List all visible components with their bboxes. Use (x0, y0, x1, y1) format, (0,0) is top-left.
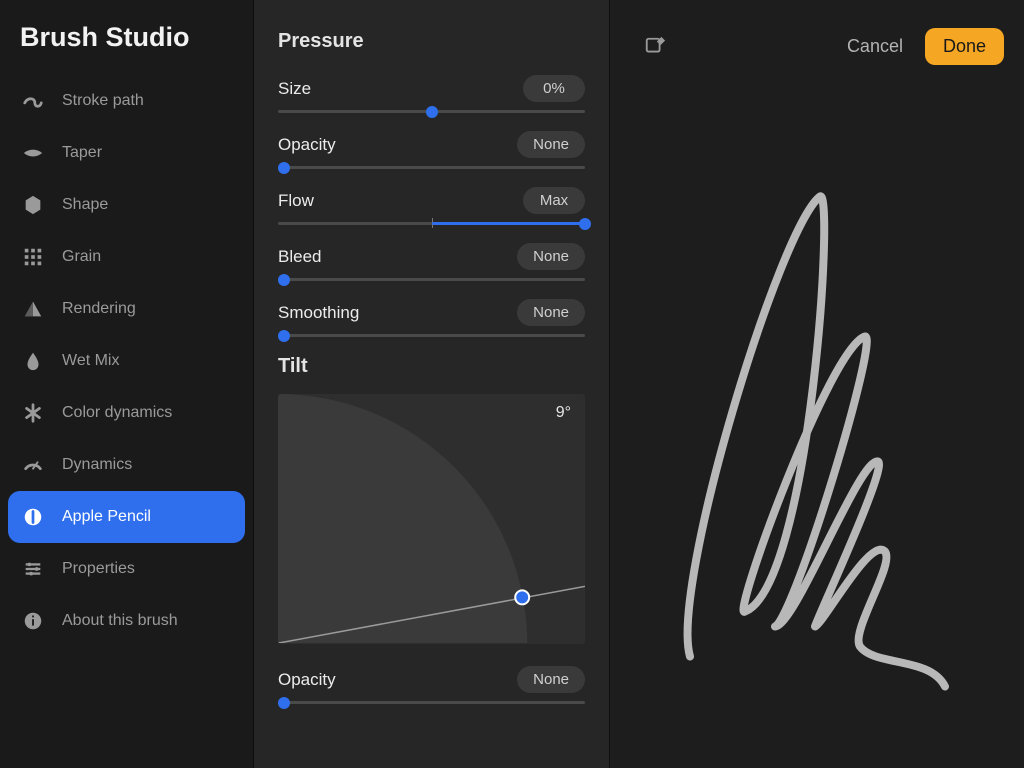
slider-track[interactable] (278, 334, 585, 337)
slider-value-pill[interactable]: 0% (523, 75, 585, 102)
slider-track[interactable] (278, 222, 585, 225)
slider-value-pill[interactable]: None (517, 131, 585, 158)
settings-panel: Pressure Size 0% Opacity None Flow Max Bleed No… (254, 0, 610, 768)
draw-icon[interactable] (644, 36, 666, 58)
preview-header: Cancel Done (610, 0, 1024, 65)
section-title-pressure: Pressure (278, 30, 585, 53)
slider-track[interactable] (278, 110, 585, 113)
sidebar-item-label: Dynamics (62, 456, 132, 474)
slider-knob[interactable] (278, 697, 290, 709)
sidebar-item-taper[interactable]: Taper (8, 127, 245, 179)
shape-icon (22, 194, 44, 216)
slider-label: Opacity (278, 135, 336, 155)
about-icon (22, 610, 44, 632)
sidebar-item-label: Apple Pencil (62, 508, 151, 526)
slider-knob[interactable] (426, 106, 438, 118)
slider-value-pill[interactable]: None (517, 243, 585, 270)
sidebar-item-label: Wet Mix (62, 352, 119, 370)
tilt-slider-opacity: Opacity None (278, 666, 585, 704)
pressure-slider-opacity: Opacity None (278, 131, 585, 169)
stroke-path-icon (22, 90, 44, 112)
apple-pencil-icon (22, 506, 44, 528)
sidebar-item-properties[interactable]: Properties (8, 543, 245, 595)
wetmix-icon (22, 350, 44, 372)
slider-track[interactable] (278, 701, 585, 704)
sidebar-item-label: Stroke path (62, 92, 144, 110)
section-title-tilt: Tilt (278, 355, 585, 378)
sidebar-item-stroke-path[interactable]: Stroke path (8, 75, 245, 127)
slider-track[interactable] (278, 166, 585, 169)
sidebar-item-grain[interactable]: Grain (8, 231, 245, 283)
properties-icon (22, 558, 44, 580)
cancel-button[interactable]: Cancel (847, 36, 903, 57)
dynamics-icon (22, 454, 44, 476)
sidebar-item-rendering[interactable]: Rendering (8, 283, 245, 335)
pressure-slider-size: Size 0% (278, 75, 585, 113)
sidebar-item-about-this-brush[interactable]: About this brush (8, 595, 245, 647)
sidebar: Brush Studio Stroke path Taper Shape Grain R… (0, 0, 254, 768)
slider-label: Bleed (278, 247, 321, 267)
sidebar-item-label: Properties (62, 560, 135, 578)
tilt-angle-value: 9° (556, 404, 571, 422)
grain-icon (22, 246, 44, 268)
color-dynamics-icon (22, 402, 44, 424)
slider-knob[interactable] (278, 274, 290, 286)
pressure-slider-smoothing: Smoothing None (278, 299, 585, 337)
slider-label: Flow (278, 191, 314, 211)
sidebar-item-label: About this brush (62, 612, 178, 630)
sidebar-item-label: Taper (62, 144, 102, 162)
slider-knob[interactable] (278, 330, 290, 342)
sidebar-item-wet-mix[interactable]: Wet Mix (8, 335, 245, 387)
sidebar-item-dynamics[interactable]: Dynamics (8, 439, 245, 491)
slider-track[interactable] (278, 278, 585, 281)
sidebar-item-color-dynamics[interactable]: Color dynamics (8, 387, 245, 439)
sidebar-item-label: Color dynamics (62, 404, 172, 422)
slider-knob[interactable] (278, 162, 290, 174)
sidebar-item-label: Rendering (62, 300, 136, 318)
sidebar-item-shape[interactable]: Shape (8, 179, 245, 231)
sidebar-item-label: Grain (62, 248, 101, 266)
slider-label: Opacity (278, 670, 336, 690)
slider-label: Smoothing (278, 303, 359, 323)
slider-value-pill[interactable]: None (517, 666, 585, 693)
slider-value-pill[interactable]: None (517, 299, 585, 326)
done-button[interactable]: Done (925, 28, 1004, 65)
nav-list: Stroke path Taper Shape Grain Rendering Wet M… (8, 75, 245, 647)
slider-value-pill[interactable]: Max (523, 187, 585, 214)
pressure-slider-bleed: Bleed None (278, 243, 585, 281)
slider-knob[interactable] (579, 218, 591, 230)
slider-label: Size (278, 79, 311, 99)
rendering-icon (22, 298, 44, 320)
tilt-graph[interactable]: 9° (278, 394, 585, 644)
sidebar-item-label: Shape (62, 196, 108, 214)
pressure-slider-flow: Flow Max (278, 187, 585, 225)
app-title: Brush Studio (8, 22, 245, 75)
preview-canvas[interactable] (610, 65, 1024, 768)
taper-icon (22, 142, 44, 164)
preview-panel: Cancel Done (610, 0, 1024, 768)
sidebar-item-apple-pencil[interactable]: Apple Pencil (8, 491, 245, 543)
